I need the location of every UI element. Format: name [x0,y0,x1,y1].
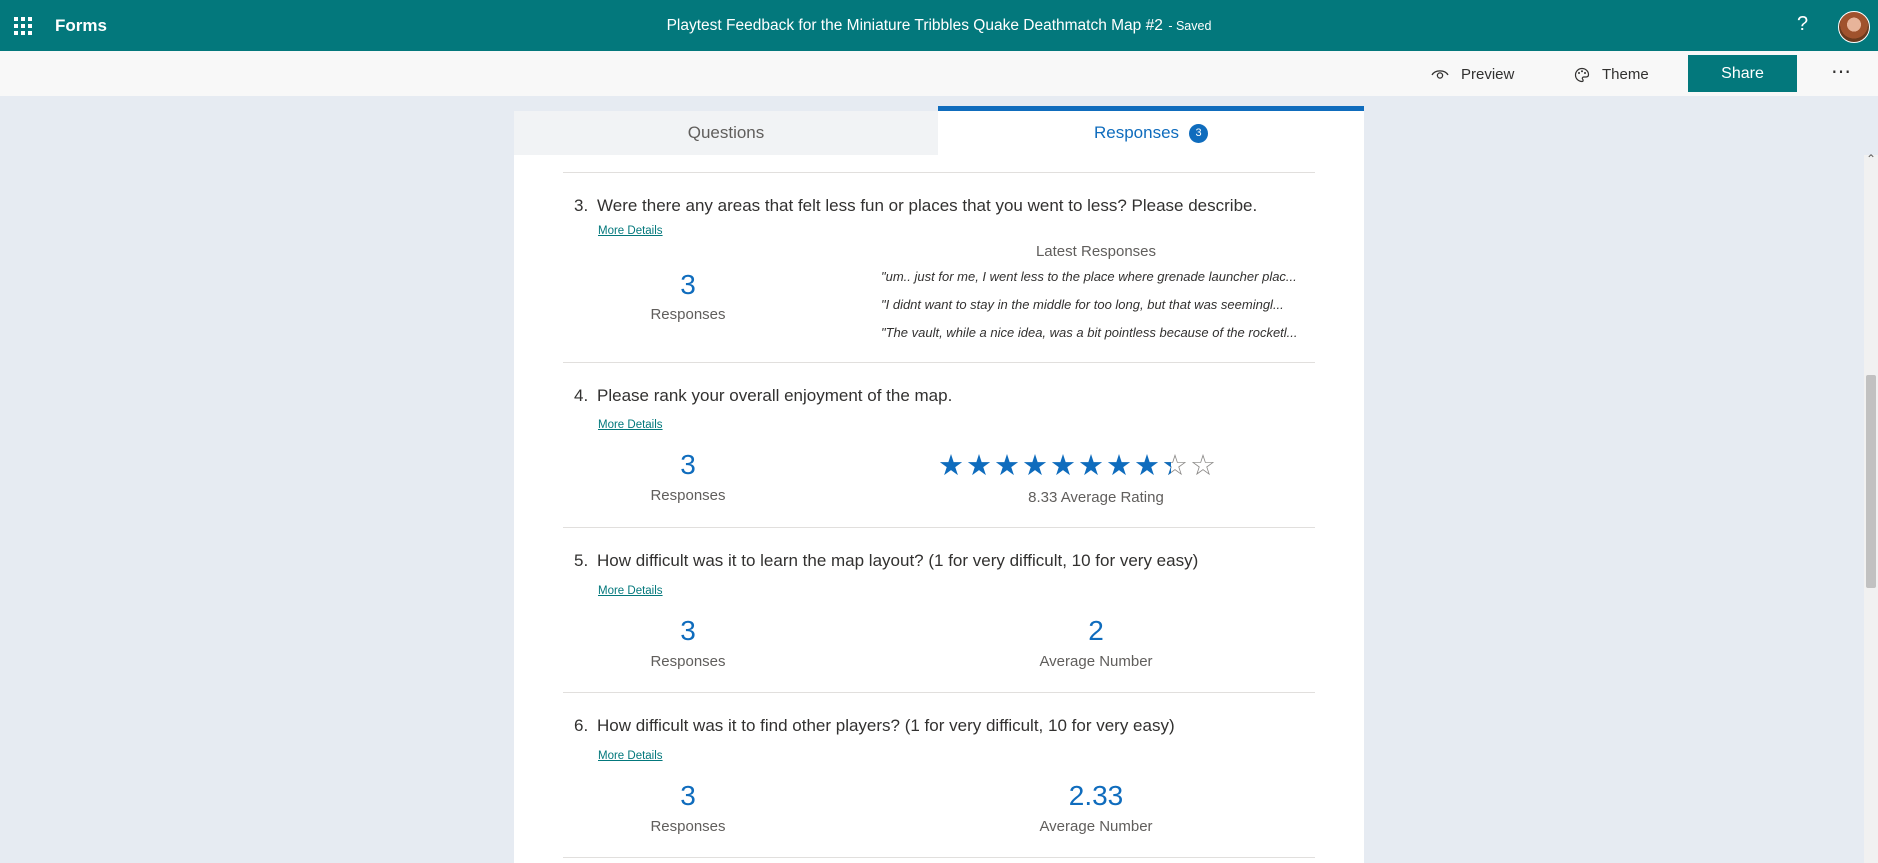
question-number: 3. [574,196,589,215]
preview-button[interactable]: Preview [1431,66,1514,83]
latest-responses-title: Latest Responses [1035,243,1157,260]
question-5-title: 5. How difficult was it to learn the map … [574,551,1198,571]
more-details-link[interactable]: More Details [598,225,663,237]
responses-label: Responses [650,653,726,670]
question-text: How difficult was it to find other playe… [597,716,1175,735]
question-text: Were there any areas that felt less fun … [597,196,1258,215]
save-status: - Saved [1164,19,1212,33]
star-fill: ★ [1162,448,1171,483]
tab-responses-label: Responses [1093,123,1180,142]
preview-label: Preview [1461,66,1515,83]
responses-count: 3 [680,449,696,480]
star-filled-icon: ★ [1078,450,1106,482]
responses-label: Responses [650,818,726,835]
star-filled-icon: ★ [994,450,1022,482]
average-rating-label: 8.33 Average Rating [1028,489,1164,506]
theme-label: Theme [1602,66,1649,83]
average-number: 2.33 [1068,780,1124,811]
average-number: 2 [1088,615,1104,646]
question-number: 4. [574,386,589,405]
question-number: 6. [574,716,589,735]
divider [563,527,1315,528]
question-text: Please rank your overall enjoyment of th… [597,386,953,405]
tab-responses[interactable]: Responses 3 [938,106,1364,155]
responses-label: Responses [650,306,726,323]
more-details-link[interactable]: More Details [598,419,663,431]
app-bar: Forms Playtest Feedback for the Miniatur… [0,0,1878,51]
latest-response-item: "um.. just for me, I went less to the pl… [881,269,1297,284]
palette-icon [1574,67,1590,82]
more-details-link[interactable]: More Details [598,585,663,597]
divider [563,362,1315,363]
latest-response-item: "The vault, while a nice idea, was a bit… [881,325,1298,340]
help-button[interactable]: ? [1797,13,1808,36]
question-3-title: 3. Were there any areas that felt less fu… [574,196,1257,216]
eye-icon [1431,69,1449,79]
star-filled-icon: ★ [1134,450,1162,482]
form-title: Playtest Feedback for the Miniature Trib… [0,17,1878,35]
share-button[interactable]: Share [1688,55,1797,92]
star-filled-icon: ★ [966,450,994,482]
star-empty-icon: ☆ [1190,450,1218,482]
theme-button[interactable]: Theme [1574,66,1649,83]
star-filled-icon: ★ [938,450,966,482]
star-partial-icon: ☆★ [1162,448,1190,483]
more-details-link[interactable]: More Details [598,750,663,762]
question-4-title: 4. Please rank your overall enjoyment of … [574,386,952,406]
star-filled-icon: ★ [1106,450,1134,482]
avatar[interactable] [1838,11,1870,43]
question-number: 5. [574,551,589,570]
scroll-up-icon[interactable]: ⌃ [1866,152,1876,166]
more-options-button[interactable]: ⋯ [1831,59,1852,84]
average-number-label: Average Number [1039,818,1153,835]
divider [563,692,1315,693]
scrollbar-thumb[interactable] [1866,375,1876,588]
responses-count: 3 [680,269,696,300]
divider [563,857,1315,858]
question-text: How difficult was it to learn the map la… [597,551,1199,570]
divider [563,172,1315,173]
question-6-title: 6. How difficult was it to find other pla… [574,716,1175,736]
responses-count: 3 [680,780,696,811]
star-rating: ★★★★★★★★☆★☆ [938,448,1218,483]
star-filled-icon: ★ [1050,450,1078,482]
latest-response-item: "I didnt want to stay in the middle for … [881,297,1284,312]
responses-count-badge: 3 [1189,124,1209,143]
form-title-text: Playtest Feedback for the Miniature Trib… [666,17,1163,34]
tab-questions[interactable]: Questions [514,111,938,155]
command-bar: Preview Theme Share ⋯ [0,51,1878,96]
average-number-label: Average Number [1039,653,1153,670]
responses-count: 3 [680,615,696,646]
responses-label: Responses [650,487,726,504]
star-filled-icon: ★ [1022,450,1050,482]
